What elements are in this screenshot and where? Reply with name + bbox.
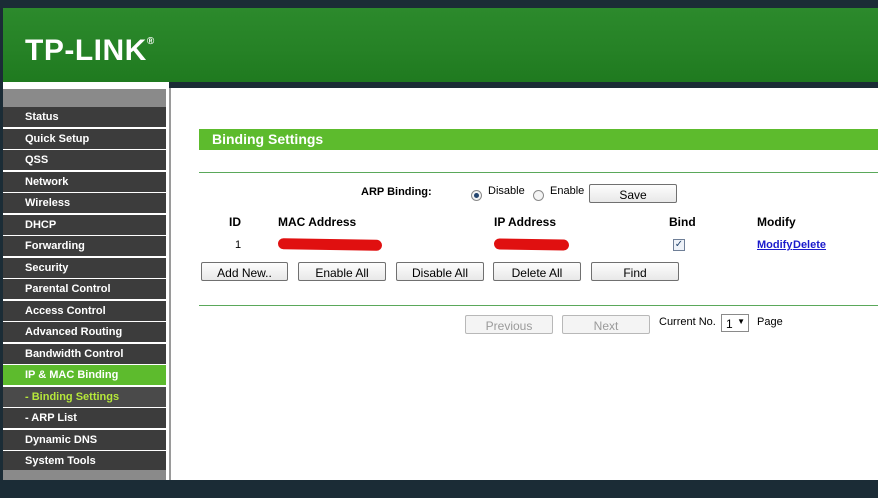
row-id: 1 bbox=[235, 239, 242, 251]
page-title: Binding Settings bbox=[199, 129, 878, 150]
arp-enable-radio[interactable] bbox=[533, 190, 544, 201]
col-header-modify: Modify bbox=[757, 215, 796, 229]
col-header-mac: MAC Address bbox=[278, 215, 357, 229]
arp-disable-radio[interactable] bbox=[471, 190, 482, 201]
sidebar-item-ip-mac-binding[interactable]: IP & MAC Binding bbox=[3, 365, 166, 385]
find-button[interactable]: Find bbox=[591, 262, 679, 281]
sidebar-item-quick-setup[interactable]: Quick Setup bbox=[3, 128, 166, 149]
sidebar-item-bandwidth-control[interactable]: Bandwidth Control bbox=[3, 343, 166, 364]
col-header-bind: Bind bbox=[669, 215, 696, 229]
arp-enable-label: Enable bbox=[550, 185, 585, 197]
bottom-strip bbox=[0, 480, 878, 498]
bind-checkbox[interactable]: ✓ bbox=[673, 239, 685, 251]
sidebar-item-wireless[interactable]: Wireless bbox=[3, 193, 166, 213]
next-button[interactable]: Next bbox=[562, 315, 650, 334]
header-banner: TP-LINK® bbox=[3, 8, 878, 82]
arp-disable-label: Disable bbox=[488, 185, 525, 197]
modify-link[interactable]: Modify bbox=[757, 239, 792, 251]
sidebar-bottom-cap bbox=[3, 470, 166, 480]
main-panel: Binding Settings ARP Binding: Disable En… bbox=[171, 88, 878, 480]
sidebar-item-system-tools[interactable]: System Tools bbox=[3, 451, 166, 471]
sidebar-item-network[interactable]: Network bbox=[3, 171, 166, 192]
disable-all-button[interactable]: Disable All bbox=[396, 262, 484, 281]
sidebar-item-binding-settings[interactable]: - Binding Settings bbox=[3, 386, 166, 407]
current-no-label: Current No. bbox=[659, 316, 716, 328]
sidebar-top-cap bbox=[3, 89, 166, 107]
sidebar-item-parental-control[interactable]: Parental Control bbox=[3, 279, 166, 299]
save-button[interactable]: Save bbox=[589, 184, 677, 203]
sidebar: Status Quick Setup QSS Network Wireless DHCP F… bbox=[3, 82, 169, 480]
page-select[interactable]: 1 ▼ bbox=[721, 314, 749, 332]
sidebar-item-arp-list[interactable]: - ARP List bbox=[3, 408, 166, 428]
sidebar-item-forwarding[interactable]: Forwarding bbox=[3, 236, 166, 256]
add-new-button[interactable]: Add New.. bbox=[201, 262, 288, 281]
sidebar-item-qss[interactable]: QSS bbox=[3, 150, 166, 170]
ip-redaction-mark bbox=[493, 238, 570, 251]
previous-button[interactable]: Previous bbox=[465, 315, 553, 334]
enable-all-button[interactable]: Enable All bbox=[298, 262, 386, 281]
page-label: Page bbox=[757, 316, 783, 328]
sidebar-item-dynamic-dns[interactable]: Dynamic DNS bbox=[3, 429, 166, 450]
sidebar-item-security[interactable]: Security bbox=[3, 257, 166, 278]
sidebar-item-advanced-routing[interactable]: Advanced Routing bbox=[3, 322, 166, 342]
divider-top bbox=[199, 172, 878, 173]
delete-link[interactable]: Delete bbox=[793, 239, 826, 251]
chevron-down-icon: ▼ bbox=[737, 317, 745, 326]
mac-redaction-mark bbox=[277, 238, 383, 251]
sidebar-item-dhcp[interactable]: DHCP bbox=[3, 214, 166, 235]
page-select-value: 1 bbox=[726, 317, 733, 331]
arp-binding-label: ARP Binding: bbox=[361, 186, 432, 198]
delete-all-button[interactable]: Delete All bbox=[493, 262, 581, 281]
sidebar-item-access-control[interactable]: Access Control bbox=[3, 300, 166, 321]
col-header-id: ID bbox=[229, 215, 241, 229]
sidebar-item-status[interactable]: Status bbox=[3, 107, 166, 127]
divider-bottom bbox=[199, 305, 878, 306]
col-header-ip: IP Address bbox=[494, 215, 557, 229]
tp-link-logo: TP-LINK® bbox=[25, 34, 155, 67]
